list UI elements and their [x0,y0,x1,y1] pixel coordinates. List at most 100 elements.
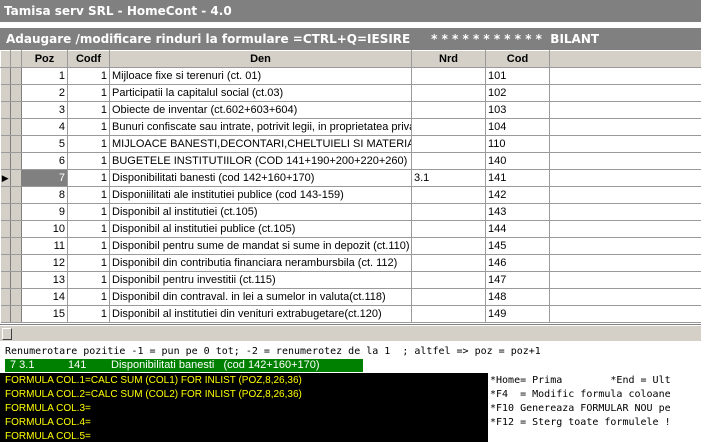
cell-den[interactable]: Bunuri confiscate sau intrate, potrivit … [109,118,412,136]
table-row[interactable]: 5 1 MIJLOACE BANESTI,DECONTARI,CHELTUIELI … [0,135,701,153]
cell-codf[interactable]: 1 [67,220,110,238]
cell-cod[interactable]: 147 [485,271,550,289]
cell-nrd[interactable] [411,118,486,136]
cell-nrd[interactable] [411,152,486,170]
cell-nrd[interactable] [411,101,486,119]
cell-poz[interactable]: 9 [21,203,68,221]
cell-cod[interactable]: 103 [485,101,550,119]
cell-nrd[interactable] [411,237,486,255]
cell-den[interactable]: Participatii la capitalul social (ct.03) [109,84,412,102]
cell-den[interactable]: Disponibil al institutiei publice (ct.10… [109,220,412,238]
cell-poz[interactable]: 14 [21,288,68,306]
cell-nrd[interactable] [411,135,486,153]
cell-nrd[interactable] [411,305,486,323]
cell-cod[interactable]: 102 [485,84,550,102]
cell-codf[interactable]: 1 [67,305,110,323]
cell-cod[interactable]: 148 [485,288,550,306]
cell-den[interactable]: BUGETELE INSTITUTIILOR (COD 141+190+200+… [109,152,412,170]
cell-poz[interactable]: 10 [21,220,68,238]
cell-cod[interactable]: 104 [485,118,550,136]
cell-den[interactable]: Disponibil din contraval. in lei a sumel… [109,288,412,306]
cell-poz[interactable]: 2 [21,84,68,102]
table-row[interactable]: ▶ 7 1 Disponibilitati banesti (cod 142+160+… [0,169,701,187]
formula-line-5[interactable]: FORMULA COL.5= [5,430,91,442]
table-row[interactable]: 8 1 Disponiilitati ale institutiei publice… [0,186,701,204]
cell-den[interactable]: Disponibil al institutiei din venituri e… [109,305,412,323]
cell-codf[interactable]: 1 [67,101,110,119]
cell-den[interactable]: Obiecte de inventar (ct.602+603+604) [109,101,412,119]
cell-den[interactable]: Disponibil pentru sume de mandat si sume… [109,237,412,255]
cell-nrd[interactable] [411,84,486,102]
cell-den[interactable]: Mijloace fixe si terenuri (ct. 01) [109,67,412,85]
cell-cod[interactable]: 145 [485,237,550,255]
table-row[interactable]: 14 1 Disponibil din contraval. in lei a su… [0,288,701,306]
cell-poz[interactable]: 11 [21,237,68,255]
table-row[interactable]: 4 1 Bunuri confiscate sau intrate, potrivi… [0,118,701,136]
cell-poz[interactable]: 4 [21,118,68,136]
cell-codf[interactable]: 1 [67,118,110,136]
table-row[interactable]: 10 1 Disponibil al institutiei publice (ct… [0,220,701,238]
cell-nrd[interactable] [411,288,486,306]
cell-poz[interactable]: 5 [21,135,68,153]
formula-line-4[interactable]: FORMULA COL.4= [5,416,91,430]
cell-den[interactable]: MIJLOACE BANESTI,DECONTARI,CHELTUIELI SI… [109,135,412,153]
formula-line-2[interactable]: FORMULA COL.2=CALC SUM (COL2) FOR INLIST… [5,388,302,402]
table-row[interactable]: 13 1 Disponibil pentru investitii (ct.115)… [0,271,701,289]
cell-codf[interactable]: 1 [67,186,110,204]
table-row[interactable]: 3 1 Obiecte de inventar (ct.602+603+604) 10… [0,101,701,119]
cell-codf[interactable]: 1 [67,254,110,272]
cell-codf[interactable]: 1 [67,271,110,289]
horizontal-scrollbar[interactable] [0,325,701,341]
table-row[interactable]: 6 1 BUGETELE INSTITUTIILOR (COD 141+190+20… [0,152,701,170]
cell-nrd[interactable] [411,67,486,85]
cell-cod[interactable]: 140 [485,152,550,170]
cell-nrd[interactable] [411,203,486,221]
formula-line-3[interactable]: FORMULA COL.3= [5,402,91,416]
cell-cod[interactable]: 142 [485,186,550,204]
cell-poz[interactable]: 13 [21,271,68,289]
cell-cod[interactable]: 110 [485,135,550,153]
cell-den[interactable]: Disponibilitati banesti (cod 142+160+170… [109,169,412,187]
rows-grid[interactable]: Poz Codf Den Nrd Cod 1 1 Mijloace fixe si … [0,50,701,325]
cell-codf[interactable]: 1 [67,152,110,170]
cell-poz[interactable]: 15 [21,305,68,323]
cell-codf[interactable]: 1 [67,84,110,102]
cell-cod[interactable]: 149 [485,305,550,323]
cell-nrd[interactable] [411,220,486,238]
table-row[interactable]: 9 1 Disponibil al institutiei (ct.105) 143 [0,203,701,221]
table-row[interactable]: 11 1 Disponibil pentru sume de mandat si s… [0,237,701,255]
scrollbar-thumb[interactable] [2,328,12,340]
cell-nrd[interactable] [411,254,486,272]
cell-poz[interactable]: 6 [21,152,68,170]
cell-cod[interactable]: 144 [485,220,550,238]
cell-codf[interactable]: 1 [67,67,110,85]
formula-line-1[interactable]: FORMULA COL.1=CALC SUM (COL1) FOR INLIST… [5,374,302,388]
column-header-codf[interactable]: Codf [67,50,110,68]
cell-poz[interactable]: 1 [21,67,68,85]
cell-poz[interactable]: 3 [21,101,68,119]
cell-den[interactable]: Disponibil al institutiei (ct.105) [109,203,412,221]
cell-cod[interactable]: 101 [485,67,550,85]
cell-den[interactable]: Disponibil pentru investitii (ct.115) [109,271,412,289]
table-row[interactable]: 2 1 Participatii la capitalul social (ct.0… [0,84,701,102]
cell-codf[interactable]: 1 [67,203,110,221]
cell-nrd[interactable] [411,271,486,289]
cell-poz[interactable]: 8 [21,186,68,204]
cell-cod[interactable]: 143 [485,203,550,221]
cell-den[interactable]: Disponiilitati ale institutiei publice (… [109,186,412,204]
cell-poz[interactable]: 12 [21,254,68,272]
cell-den[interactable]: Disponibil din contributia financiara ne… [109,254,412,272]
cell-codf[interactable]: 1 [67,169,110,187]
cell-codf[interactable]: 1 [67,237,110,255]
cell-codf[interactable]: 1 [67,288,110,306]
column-header-den[interactable]: Den [109,50,412,68]
column-header-nrd[interactable]: Nrd [411,50,486,68]
cell-cod[interactable]: 146 [485,254,550,272]
column-header-cod[interactable]: Cod [485,50,550,68]
cell-poz[interactable]: 7 [21,169,68,187]
cell-nrd[interactable]: 3.1 [411,169,486,187]
table-row[interactable]: 15 1 Disponibil al institutiei din venitur… [0,305,701,323]
table-row[interactable]: 1 1 Mijloace fixe si terenuri (ct. 01) 101 [0,67,701,85]
column-header-poz[interactable]: Poz [21,50,68,68]
cell-nrd[interactable] [411,186,486,204]
